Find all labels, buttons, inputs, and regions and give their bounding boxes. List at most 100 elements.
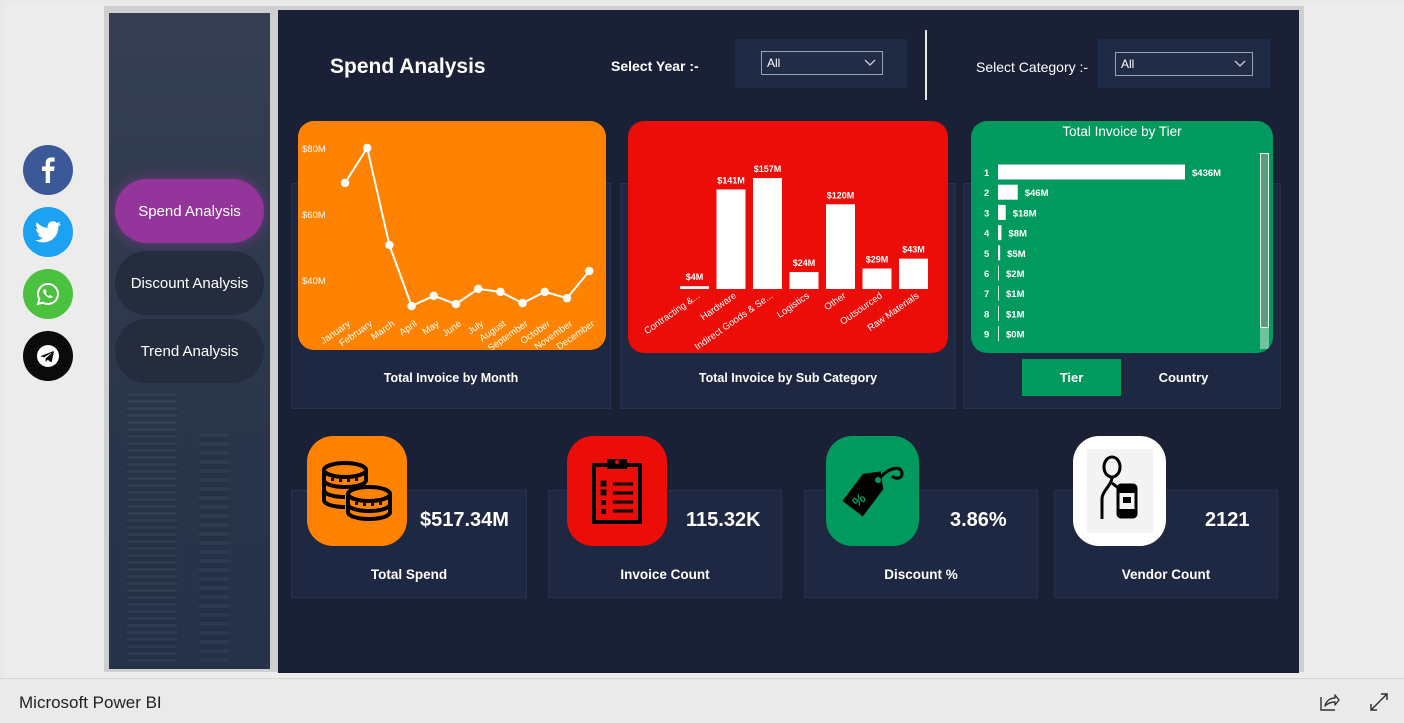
discount-label: Discount %	[884, 567, 958, 582]
data-point	[385, 240, 394, 250]
facebook-share-button[interactable]	[23, 145, 73, 195]
x-tick-label: May	[421, 318, 442, 337]
share-icon[interactable]	[1318, 691, 1340, 713]
bar	[753, 178, 782, 289]
data-label: $157M	[754, 164, 782, 174]
fullscreen-icon[interactable]	[1368, 691, 1390, 713]
data-label: $141M	[717, 175, 745, 185]
nav-spend-analysis-button[interactable]: Spend Analysis	[115, 179, 264, 243]
x-tick-label: Contracting &...	[642, 290, 702, 337]
data-label: $5M	[1007, 249, 1026, 260]
scrollbar-thumb[interactable]	[1260, 153, 1269, 328]
vendor-count-label: Vendor Count	[1121, 567, 1211, 582]
page-title: Spend Analysis	[330, 55, 486, 78]
x-tick-label: Logistics	[775, 290, 812, 320]
data-label: $18M	[1013, 208, 1037, 219]
y-tick-label: 1	[984, 168, 990, 179]
bar	[998, 204, 1006, 220]
category-dropdown-value: All	[1121, 57, 1135, 71]
data-point	[363, 143, 372, 153]
data-label: $2M	[1006, 269, 1025, 280]
bar	[826, 204, 855, 289]
chevron-down-icon	[864, 59, 876, 66]
toggle-label: Tier	[1059, 370, 1084, 385]
background-texture	[199, 433, 229, 663]
country-toggle-button[interactable]: Country	[1134, 359, 1233, 396]
data-label: $436M	[1192, 168, 1221, 179]
tier-chart-svg: 1 $436M 2 $46M 3 $18M 4 $8M 5 $5M 6 $2M 7 $1M 8 $1M 9 $0M	[984, 164, 1221, 342]
navigation-panel: Spend Analysis Discount Analysis Trend A…	[109, 13, 270, 669]
nav-discount-analysis-button[interactable]: Discount Analysis	[115, 251, 264, 315]
vendor-icon-tile	[1073, 436, 1166, 546]
y-tick-label: 3	[984, 208, 989, 219]
y-tick-label: $80M	[302, 144, 326, 155]
tier-chart-title: Total Invoice by Tier	[1062, 124, 1182, 139]
whatsapp-share-button[interactable]	[23, 269, 73, 319]
total-spend-label: Total Spend	[370, 567, 448, 582]
data-label: $29M	[866, 255, 889, 265]
data-point	[585, 266, 594, 276]
data-point	[340, 178, 350, 188]
data-label: $8M	[1008, 229, 1027, 240]
invoice-by-month-chart: $40M $60M $80M January February March April May…	[298, 121, 606, 350]
power-bi-brand-link[interactable]: Microsoft Power BI	[19, 693, 162, 713]
bar	[716, 189, 746, 289]
bar	[998, 184, 1018, 200]
y-tick-label: 5	[984, 249, 990, 260]
data-label: $4M	[686, 272, 704, 282]
clipboard-checklist-icon	[592, 459, 642, 524]
y-tick-label: 9	[984, 330, 989, 341]
nav-button-label: Trend Analysis	[140, 342, 239, 360]
data-label: $0M	[1006, 330, 1025, 341]
invoice-by-subcategory-chart: $4M Contracting &... $141M Hardware $157M Ind…	[628, 121, 948, 353]
y-tick-label: 8	[984, 309, 989, 320]
data-label: $24M	[793, 258, 816, 268]
y-tick-label: $60M	[302, 210, 326, 221]
nav-button-label: Discount Analysis	[130, 274, 249, 292]
chevron-down-icon	[1234, 60, 1246, 67]
data-label: $43M	[902, 245, 925, 255]
x-tick-label: March	[369, 318, 397, 342]
month-chart-title: Total Invoice by Month	[383, 371, 519, 385]
facebook-icon	[42, 157, 55, 183]
invoice-by-tier-chart: Total Invoice by Tier 1 $436M 2 $46M 3 $18M 4 $…	[971, 121, 1273, 353]
bar	[998, 285, 999, 301]
toggle-label: Country	[1158, 370, 1209, 385]
subcategory-chart-title: Total Invoice by Sub Category	[698, 371, 878, 385]
year-filter-label: Select Year :-	[611, 58, 699, 74]
whatsapp-icon	[36, 282, 59, 306]
nav-trend-analysis-button[interactable]: Trend Analysis	[115, 319, 264, 383]
x-tick-label: April	[397, 318, 419, 338]
data-label: $1M	[1006, 289, 1025, 300]
header-divider	[925, 30, 927, 100]
data-point	[407, 301, 416, 311]
twitter-icon	[35, 221, 61, 243]
x-tick-label: June	[441, 318, 464, 339]
data-label: $46M	[1025, 188, 1049, 199]
total-spend-value: $517.34M	[420, 509, 509, 531]
bar	[998, 164, 1185, 180]
data-point	[429, 291, 438, 301]
telegram-icon	[37, 345, 59, 367]
twitter-share-button[interactable]	[23, 207, 73, 257]
telegram-share-button[interactable]	[23, 331, 73, 381]
data-label: $1M	[1006, 309, 1025, 320]
y-tick-label: 2	[984, 188, 989, 199]
category-dropdown[interactable]: All	[1115, 52, 1253, 76]
data-point	[451, 299, 461, 309]
report-canvas: Spend Analysis Select Year :- All Select…	[278, 10, 1299, 673]
bar	[998, 245, 1001, 261]
data-point	[496, 287, 505, 297]
bar	[998, 225, 1002, 241]
tier-toggle-button[interactable]: Tier	[1022, 359, 1121, 396]
line-chart-svg: $40M$60M$80MJanuaryFebruaryMarch April May…	[302, 143, 597, 350]
discount-tag-icon: %	[841, 466, 904, 517]
data-label: $120M	[827, 190, 855, 200]
data-point	[518, 298, 527, 308]
series-line	[344, 145, 590, 308]
coins-icon-tile	[307, 436, 407, 546]
year-dropdown[interactable]: All	[761, 51, 883, 75]
bar	[998, 305, 999, 321]
year-dropdown-value: All	[767, 56, 781, 70]
category-filter-label: Select Category :-	[976, 59, 1089, 75]
